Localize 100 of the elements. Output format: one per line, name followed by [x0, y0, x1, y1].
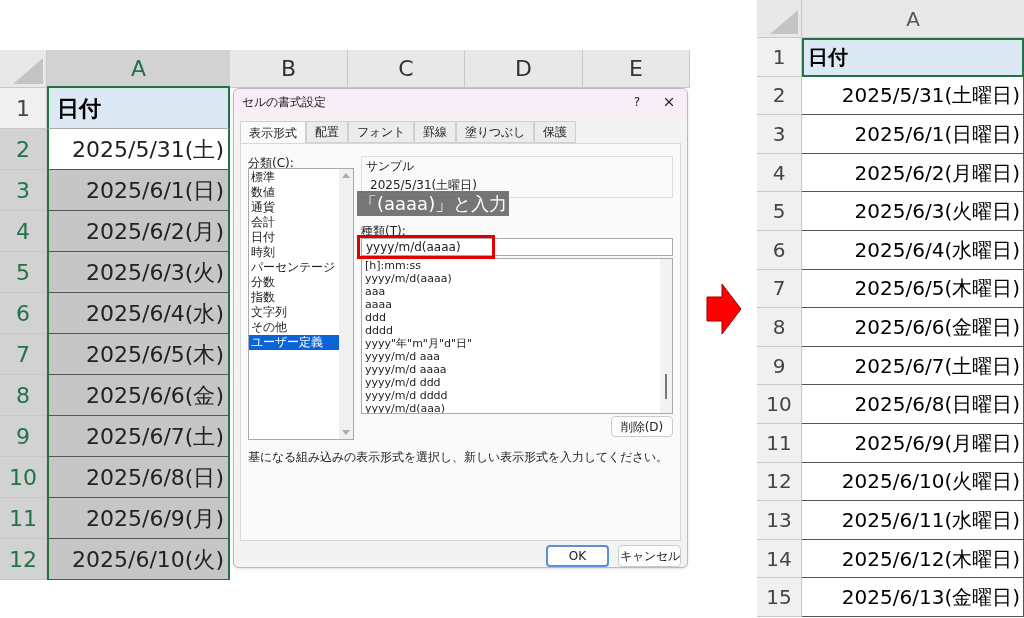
table-cell[interactable]: 日付: [802, 38, 1024, 77]
format-code-item[interactable]: yyyy"年"m"月"d"日": [365, 337, 657, 350]
row-header[interactable]: 12: [0, 539, 47, 580]
category-item[interactable]: 指数: [249, 290, 339, 305]
dialog-tab[interactable]: 表示形式: [240, 121, 306, 143]
row-header[interactable]: 5: [0, 252, 47, 293]
category-item[interactable]: ユーザー定義: [249, 335, 339, 350]
column-header[interactable]: A: [802, 0, 1024, 38]
row-header[interactable]: 8: [757, 308, 802, 347]
help-button[interactable]: ?: [627, 93, 647, 111]
table-cell[interactable]: 日付: [47, 88, 230, 129]
category-item[interactable]: 時刻: [249, 245, 339, 260]
row-header[interactable]: 2: [757, 76, 802, 116]
ok-button[interactable]: OK: [546, 545, 609, 567]
column-header[interactable]: A: [47, 50, 230, 88]
format-code-item[interactable]: yyyy/m/d(aaaa): [365, 272, 657, 285]
row-header[interactable]: 7: [0, 334, 47, 375]
table-cell[interactable]: 2025/6/9(月): [47, 498, 230, 539]
row-header[interactable]: 1: [757, 38, 802, 77]
table-cell[interactable]: 2025/6/7(土): [47, 416, 230, 457]
select-all-corner[interactable]: [0, 50, 47, 88]
table-cell[interactable]: 2025/6/6(金曜日): [802, 308, 1024, 347]
row-header[interactable]: 6: [757, 230, 802, 270]
column-header[interactable]: E: [583, 50, 690, 88]
table-cell[interactable]: 2025/6/4(水): [47, 293, 230, 334]
column-header[interactable]: C: [348, 50, 465, 88]
select-all-corner[interactable]: [757, 0, 802, 38]
row-header[interactable]: 5: [757, 192, 802, 231]
row-header[interactable]: 3: [757, 115, 802, 154]
format-code-item[interactable]: yyyy/m/d dddd: [365, 389, 657, 402]
category-item[interactable]: 会計: [249, 215, 339, 230]
format-code-item[interactable]: yyyy/m/d aaaa: [365, 363, 657, 376]
category-list[interactable]: 標準 数値 通貨 会計 日付 時刻 パーセンテージ 分数 指数 文字列 その他 ユーザー定義: [248, 168, 354, 440]
table-cell[interactable]: 2025/6/1(日): [47, 170, 230, 211]
table-cell[interactable]: 2025/6/8(日): [47, 457, 230, 498]
category-item[interactable]: 標準: [249, 170, 339, 185]
row-header[interactable]: 15: [757, 578, 802, 617]
column-header[interactable]: B: [230, 50, 348, 88]
table-cell[interactable]: 2025/5/31(土): [47, 129, 230, 170]
row-header[interactable]: 4: [757, 153, 802, 193]
table-cell[interactable]: 2025/6/11(水曜日): [802, 501, 1024, 540]
category-item[interactable]: 通貨: [249, 200, 339, 215]
category-item[interactable]: パーセンテージ: [249, 260, 339, 275]
table-cell[interactable]: 2025/6/4(水曜日): [802, 230, 1024, 270]
row-header[interactable]: 3: [0, 170, 47, 211]
table-cell[interactable]: 2025/6/5(木曜日): [802, 269, 1024, 309]
row-header[interactable]: 2: [0, 129, 47, 170]
dialog-tab[interactable]: 塗りつぶし: [456, 121, 534, 143]
format-code-item[interactable]: yyyy/m/d aaa: [365, 350, 657, 363]
category-item[interactable]: 数値: [249, 185, 339, 200]
row-header[interactable]: 4: [0, 211, 47, 252]
cancel-button[interactable]: キャンセル: [618, 545, 681, 567]
category-item[interactable]: 日付: [249, 230, 339, 245]
dialog-tab[interactable]: 保護: [534, 121, 576, 143]
format-code-field[interactable]: yyyy/m/d(aaaa): [361, 238, 673, 256]
table-cell[interactable]: 2025/5/31(土曜日): [802, 76, 1024, 116]
dialog-tab[interactable]: 罫線: [414, 121, 456, 143]
table-cell[interactable]: 2025/6/9(月曜日): [802, 423, 1024, 463]
format-code-item[interactable]: dddd: [365, 324, 657, 337]
row-header[interactable]: 11: [0, 498, 47, 539]
table-cell[interactable]: 2025/6/3(火): [47, 252, 230, 293]
format-code-item[interactable]: yyyy/m/d ddd: [365, 376, 657, 389]
dialog-tab[interactable]: フォント: [348, 121, 414, 143]
column-header[interactable]: D: [465, 50, 583, 88]
table-cell[interactable]: 2025/6/2(月): [47, 211, 230, 252]
scroll-up-icon[interactable]: [342, 173, 350, 178]
table-cell[interactable]: 2025/6/8(日曜日): [802, 385, 1024, 424]
row-header[interactable]: 14: [757, 539, 802, 579]
table-cell[interactable]: 2025/6/10(火曜日): [802, 462, 1024, 502]
row-header[interactable]: 1: [0, 88, 47, 129]
row-header[interactable]: 11: [757, 423, 802, 463]
row-header[interactable]: 10: [757, 385, 802, 424]
table-cell[interactable]: 2025/6/10(火): [47, 539, 230, 580]
format-code-item[interactable]: ddd: [365, 311, 657, 324]
table-cell[interactable]: 2025/6/6(金): [47, 375, 230, 416]
row-header[interactable]: 9: [757, 346, 802, 386]
category-item[interactable]: 文字列: [249, 305, 339, 320]
table-cell[interactable]: 2025/6/13(金曜日): [802, 578, 1024, 617]
table-cell[interactable]: 2025/6/2(月曜日): [802, 153, 1024, 193]
table-cell[interactable]: 2025/6/12(木曜日): [802, 539, 1024, 579]
row-header[interactable]: 8: [0, 375, 47, 416]
format-code-item[interactable]: aaa: [365, 285, 657, 298]
table-cell[interactable]: 2025/6/1(日曜日): [802, 115, 1024, 154]
dialog-tab[interactable]: 配置: [306, 121, 348, 143]
scroll-down-icon[interactable]: [342, 430, 350, 435]
table-cell[interactable]: 2025/6/5(木): [47, 334, 230, 375]
category-item[interactable]: その他: [249, 320, 339, 335]
delete-button[interactable]: 削除(D): [611, 416, 673, 437]
table-cell[interactable]: 2025/6/7(土曜日): [802, 346, 1024, 386]
row-header[interactable]: 13: [757, 501, 802, 540]
row-header[interactable]: 9: [0, 416, 47, 457]
format-code-item[interactable]: aaaa: [365, 298, 657, 311]
scrollbar-thumb[interactable]: [665, 374, 667, 399]
row-header[interactable]: 6: [0, 293, 47, 334]
category-item[interactable]: 分数: [249, 275, 339, 290]
row-header[interactable]: 10: [0, 457, 47, 498]
format-code-item[interactable]: [h]:mm:ss: [365, 259, 657, 272]
row-header[interactable]: 7: [757, 269, 802, 309]
table-cell[interactable]: 2025/6/3(火曜日): [802, 192, 1024, 231]
row-header[interactable]: 12: [757, 462, 802, 502]
